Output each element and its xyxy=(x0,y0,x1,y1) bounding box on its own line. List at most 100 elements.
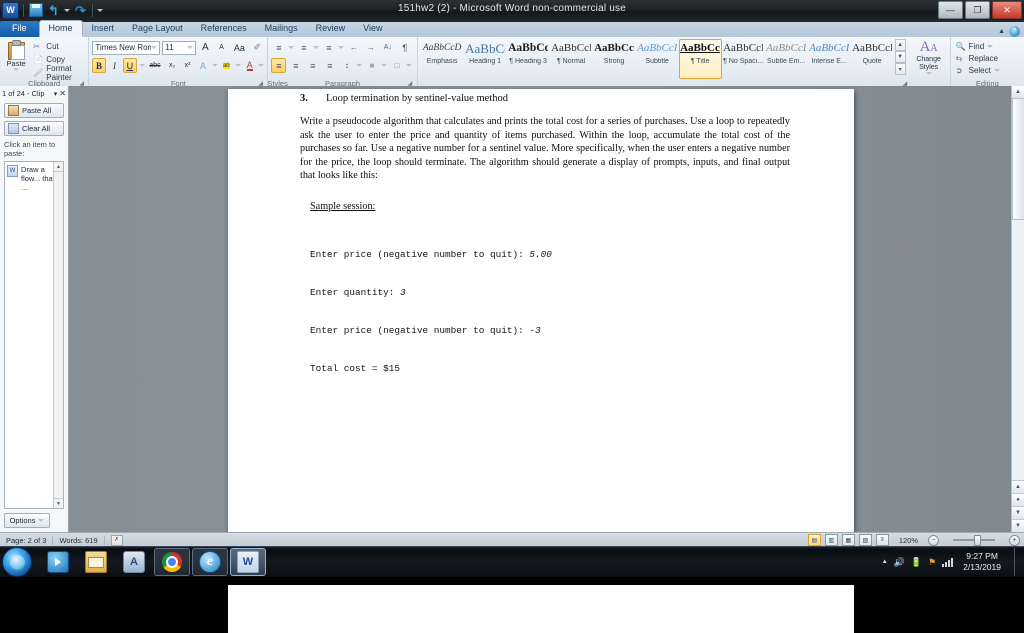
style-subtitle[interactable]: AaBbCcI Subtitle xyxy=(636,39,679,79)
styles-scroll-down-button[interactable]: ▼ xyxy=(894,51,906,63)
paste-all-button[interactable]: Paste All xyxy=(4,103,64,118)
numbering-button[interactable]: ≡ xyxy=(296,40,311,55)
change-styles-button[interactable]: AA Change Styles xyxy=(911,39,947,75)
show-formatting-marks-button[interactable]: ¶ xyxy=(397,40,412,55)
taskbar-item-windows-media-player[interactable] xyxy=(40,548,76,576)
subscript-button[interactable]: x₂ xyxy=(165,58,178,73)
find-caret-icon[interactable] xyxy=(987,45,994,48)
taskbar-item-google-chrome[interactable] xyxy=(154,548,190,576)
style-title[interactable]: AaBbCcI ¶ Title xyxy=(678,39,722,79)
clipboard-pane-close-icon[interactable]: ✕ xyxy=(59,89,66,98)
action-center-icon[interactable]: ⚑ xyxy=(928,557,936,568)
restore-button[interactable]: ❐ xyxy=(965,1,990,19)
justify-button[interactable]: ≡ xyxy=(322,58,337,73)
clipboard-items-list[interactable]: W Draw a flow... that ... ▲ ▼ xyxy=(4,161,64,509)
underline-button[interactable]: U xyxy=(123,58,137,73)
styles-more-button[interactable]: ▾ xyxy=(894,63,906,75)
zoom-slider[interactable] xyxy=(943,534,1005,546)
view-print-layout-button[interactable]: ▤ xyxy=(807,534,821,546)
close-button[interactable]: ✕ xyxy=(992,1,1022,19)
select-button[interactable]: ➲ Select xyxy=(954,65,1021,76)
align-center-button[interactable]: ≡ xyxy=(288,58,303,73)
view-full-screen-reading-button[interactable]: ▥ xyxy=(824,534,838,546)
bullets-caret-icon[interactable] xyxy=(288,46,295,49)
scrollbar-thumb[interactable] xyxy=(1012,98,1024,220)
shrink-font-button[interactable]: A xyxy=(214,40,228,55)
help-icon[interactable]: ? xyxy=(1009,26,1020,37)
scroll-down-button[interactable]: ▼ xyxy=(1012,519,1024,532)
tab-home[interactable]: Home xyxy=(38,20,83,37)
clipboard-scroll-down-icon[interactable]: ▼ xyxy=(54,498,63,508)
next-page-button[interactable]: ▼ xyxy=(1012,506,1024,519)
decrease-indent-button[interactable]: ← xyxy=(346,40,361,55)
clipboard-options-button[interactable]: Options xyxy=(4,513,50,528)
tab-references[interactable]: References xyxy=(192,21,256,37)
shading-button[interactable]: ■ xyxy=(364,58,379,73)
tab-page-layout[interactable]: Page Layout xyxy=(123,21,192,37)
zoom-thumb[interactable] xyxy=(974,534,981,546)
text-effects-caret-icon[interactable] xyxy=(211,64,218,67)
view-outline-button[interactable]: ▧ xyxy=(858,534,872,546)
view-web-layout-button[interactable]: ▦ xyxy=(841,534,855,546)
status-word-count[interactable]: Words: 619 xyxy=(53,536,103,545)
style-subtle-emphasis[interactable]: AaBbCcD Subtle Em... xyxy=(765,39,808,79)
zoom-in-button[interactable]: + xyxy=(1009,534,1020,546)
paste-button[interactable]: Paste xyxy=(3,39,29,78)
font-name-input[interactable]: Times New Rom xyxy=(92,40,161,55)
clipboard-list-scrollbar[interactable]: ▲ ▼ xyxy=(53,162,63,508)
font-size-caret-icon[interactable] xyxy=(187,46,194,49)
shading-caret-icon[interactable] xyxy=(381,64,388,67)
style-no-spacing[interactable]: AaBbCcI ¶ No Spaci... xyxy=(722,39,765,79)
borders-button[interactable]: □ xyxy=(389,58,404,73)
line-spacing-button[interactable]: ↕ xyxy=(339,58,354,73)
style-heading-3[interactable]: AaBbCc ¶ Heading 3 xyxy=(507,39,550,79)
tab-mailings[interactable]: Mailings xyxy=(256,21,307,37)
clear-formatting-button[interactable]: ✐ xyxy=(250,40,264,55)
taskbar-item-microsoft-word[interactable]: W xyxy=(230,548,266,576)
view-draft-button[interactable]: ≡ xyxy=(875,534,889,546)
show-desktop-button[interactable] xyxy=(1014,548,1022,576)
style-normal[interactable]: AaBbCcI ¶ Normal xyxy=(550,39,593,79)
multilevel-caret-icon[interactable] xyxy=(338,46,345,49)
start-button[interactable] xyxy=(2,547,32,577)
style-intense-emphasis[interactable]: AaBbCcI Intense E... xyxy=(808,39,851,79)
numbering-caret-icon[interactable] xyxy=(313,46,320,49)
highlight-caret-icon[interactable] xyxy=(234,64,241,67)
tab-view[interactable]: View xyxy=(354,21,391,37)
collapse-ribbon-icon[interactable]: ▲ xyxy=(998,28,1005,35)
underline-caret-icon[interactable] xyxy=(138,64,145,67)
find-button[interactable]: 🔍 Find xyxy=(954,41,1021,52)
font-color-button[interactable]: A xyxy=(243,58,256,73)
taskbar-item-app-a[interactable]: A xyxy=(116,548,152,576)
clock[interactable]: 9:27 PM 2/13/2019 xyxy=(959,551,1005,573)
bold-button[interactable]: B xyxy=(92,58,106,73)
style-quote[interactable]: AaBbCcD Quote xyxy=(851,39,894,79)
status-page-indicator[interactable]: Page: 2 of 3 xyxy=(0,536,52,545)
font-name-caret-icon[interactable] xyxy=(151,46,158,49)
increase-indent-button[interactable]: → xyxy=(363,40,378,55)
tab-review[interactable]: Review xyxy=(307,21,355,37)
zoom-level-label[interactable]: 120% xyxy=(893,536,924,545)
italic-button[interactable]: I xyxy=(108,58,121,73)
sort-button[interactable]: A↓ xyxy=(380,40,395,55)
format-painter-button[interactable]: 🖌 Format Painter xyxy=(31,64,85,82)
style-emphasis[interactable]: AaBbCcD Emphasis xyxy=(421,39,464,79)
volume-icon[interactable]: 🔊 xyxy=(894,557,905,568)
document-page-3[interactable] xyxy=(228,585,854,633)
proofing-errors-icon[interactable]: ✗ xyxy=(105,534,129,546)
document-page-2[interactable]: 3. Loop termination by sentinel-value me… xyxy=(228,89,854,572)
select-caret-icon[interactable] xyxy=(993,69,1000,72)
bullets-button[interactable]: ≡ xyxy=(271,40,286,55)
grow-font-button[interactable]: A xyxy=(198,40,212,55)
document-vertical-scrollbar[interactable]: ▲ ▲ ● ▼ ▼ xyxy=(1011,86,1024,532)
align-left-button[interactable]: ≡ xyxy=(271,58,287,73)
clipboard-scroll-up-icon[interactable]: ▲ xyxy=(54,162,63,172)
style-heading-1[interactable]: AaBbCс Heading 1 xyxy=(464,39,507,79)
battery-icon[interactable]: 🔋 xyxy=(911,557,922,568)
styles-scroll-up-button[interactable]: ▲ xyxy=(894,39,906,51)
align-right-button[interactable]: ≡ xyxy=(305,58,320,73)
change-styles-caret-icon[interactable] xyxy=(925,72,932,75)
zoom-out-button[interactable]: − xyxy=(928,534,939,546)
multilevel-list-button[interactable]: ≡ xyxy=(321,40,336,55)
style-strong[interactable]: AaBbCcI Strong xyxy=(593,39,636,79)
